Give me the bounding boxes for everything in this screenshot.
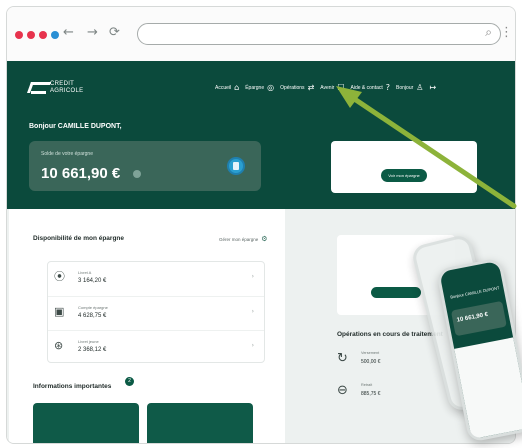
balance-card[interactable]: Solde de votre épargne 10 661,90 €	[29, 141, 261, 191]
offer-button[interactable]	[371, 287, 421, 298]
balance-label: Solde de votre épargne	[41, 151, 93, 157]
promo-button[interactable]: Voir mon épargne	[381, 169, 427, 182]
logout-icon: ↦	[429, 83, 437, 92]
logo-line2: AGRICOLE	[50, 88, 84, 94]
eye-icon[interactable]	[133, 170, 141, 178]
savings-account-icon: ▣	[54, 305, 65, 318]
account-row[interactable]: ⦿ Livret A 3 164,20 € ›	[48, 262, 264, 294]
account-row[interactable]: ⊛ Livret jeune 2 368,12 € ›	[48, 330, 264, 362]
account-balance: 2 368,12 €	[78, 347, 107, 353]
nav-profile[interactable]: Bonjour ♙	[396, 83, 423, 92]
info-title: Informations importantes	[33, 383, 112, 390]
withdrawal-icon: ⊖	[337, 383, 348, 398]
phone-balance-amount: 10 661,90 €	[456, 311, 489, 324]
maximize-dot[interactable]	[39, 31, 47, 39]
account-balance: 4 628,75 €	[78, 313, 107, 319]
address-bar[interactable]: ⌕	[137, 23, 501, 45]
account-balance: 3 164,20 €	[78, 278, 107, 284]
help-icon: ?	[385, 83, 391, 92]
back-icon[interactable]: ←	[63, 25, 74, 40]
savings-title: Disponibilité de mon épargne	[33, 235, 125, 242]
promo-card: Voir mon épargne	[331, 141, 477, 193]
browser-menu-icon[interactable]: ⋮	[500, 25, 513, 40]
chevron-right-icon: ›	[251, 273, 254, 280]
wallet-icon	[227, 157, 245, 175]
logo-line1: CREDIT	[50, 81, 75, 87]
settings-icon: ⚙	[261, 235, 268, 243]
window-controls	[15, 31, 59, 39]
user-icon: ♙	[416, 83, 424, 92]
account-name: Livret jeune	[78, 339, 99, 344]
app-header: CREDIT AGRICOLE Accueil ⌂ Épargne ◎ Opérat…	[7, 61, 515, 209]
nav-logout[interactable]: ↦	[429, 83, 436, 92]
main-nav: Accueil ⌂ Épargne ◎ Opérations ⇄ Avenir ☐ Ai…	[215, 83, 436, 92]
account-row[interactable]: ▣ Compte épargne 4 628,75 € ›	[48, 296, 264, 328]
savings-icon: ◎	[267, 83, 275, 92]
close-dot[interactable]	[15, 31, 23, 39]
operation-amount: 885,75 €	[361, 391, 381, 397]
info-count-badge: 2	[125, 377, 134, 386]
operations-title: Opérations en cours de traitement	[337, 331, 443, 338]
operation-row[interactable]: ⊖ Retrait 885,75 €	[337, 381, 457, 405]
balance-amount: 10 661,90 €	[41, 165, 121, 182]
operation-name: Retrait	[361, 383, 373, 387]
info-card[interactable]	[147, 403, 253, 443]
accounts-list: ⦿ Livret A 3 164,20 € › ▣ Compte épargne…	[47, 261, 265, 363]
savings-panel: Disponibilité de mon épargne Gérer mon é…	[9, 209, 285, 443]
operation-amount: 500,00 €	[361, 359, 381, 365]
logo-icon	[29, 82, 46, 94]
account-name: Livret A	[78, 270, 92, 275]
phone-greeting: Bonjour CAMILLE DUPONT	[449, 285, 500, 300]
minimize-dot[interactable]	[27, 31, 35, 39]
credit-agricole-logo[interactable]: CREDIT AGRICOLE	[29, 81, 83, 95]
pending-icon: ↻	[337, 351, 348, 366]
savings-account-icon: ⊛	[54, 339, 64, 352]
nav-operations[interactable]: Opérations ⇄	[280, 83, 314, 92]
nav-epargne[interactable]: Épargne ◎	[245, 83, 274, 92]
phone-balance-card: 10 661,90 €	[450, 300, 507, 337]
browser-toolbar: ← → ⟳ ⌕ ⋮	[7, 7, 515, 61]
nav-aide[interactable]: Aide & contact?	[351, 83, 391, 92]
greeting: Bonjour CAMILLE DUPONT,	[29, 123, 122, 130]
nav-accueil[interactable]: Accueil ⌂	[215, 83, 239, 92]
manage-savings-link[interactable]: Gérer mon épargne ⚙	[219, 235, 268, 243]
nav-avenir[interactable]: Avenir ☐	[320, 83, 344, 92]
browser-window: ← → ⟳ ⌕ ⋮ CREDIT AGRICOLE Accueil ⌂ Éparg…	[6, 6, 516, 444]
savings-account-icon: ⦿	[54, 270, 65, 283]
transfer-icon: ⇄	[307, 83, 315, 92]
extra-dot	[51, 31, 59, 39]
operation-name: Versement	[361, 351, 380, 355]
account-name: Compte épargne	[78, 305, 108, 310]
chevron-right-icon: ›	[251, 308, 254, 315]
info-card[interactable]	[33, 403, 139, 443]
forward-icon[interactable]: →	[87, 25, 98, 40]
reload-icon[interactable]: ⟳	[109, 25, 120, 40]
search-icon[interactable]: ⌕	[485, 25, 492, 40]
home-icon: ⌂	[234, 83, 240, 92]
chevron-right-icon: ›	[251, 342, 254, 349]
document-icon: ☐	[337, 83, 345, 92]
